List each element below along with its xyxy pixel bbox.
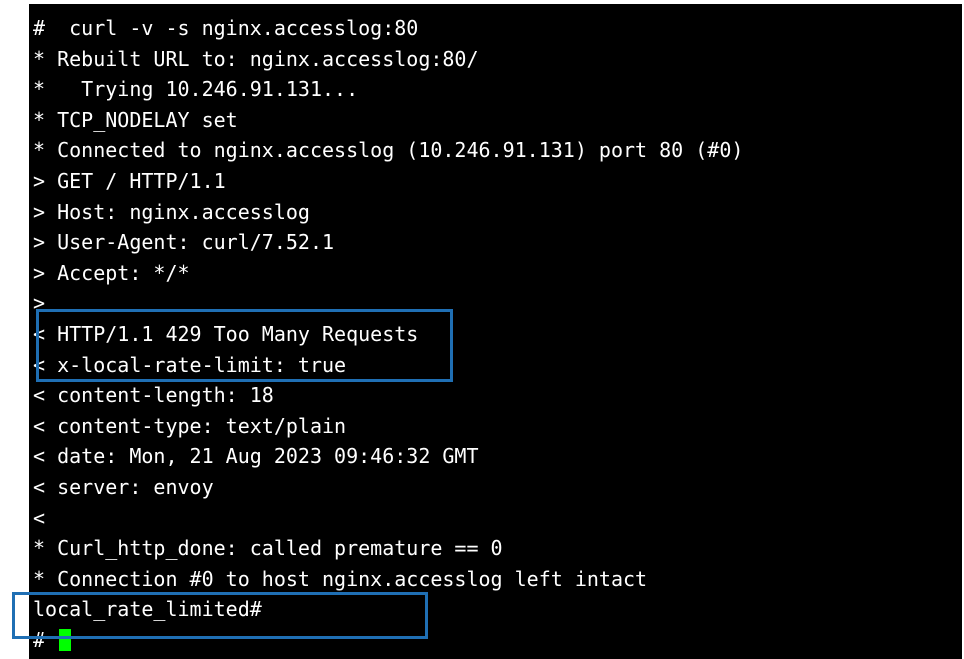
terminal-line: * Connected to nginx.accesslog (10.246.9…	[33, 138, 744, 163]
terminal-line: * Curl_http_done: called premature == 0	[33, 536, 503, 561]
terminal-line: <	[33, 505, 46, 530]
terminal-line: > Host: nginx.accesslog	[33, 199, 310, 224]
terminal-line: < content-type: text/plain	[33, 413, 347, 438]
highlight-box-response-body	[12, 592, 428, 639]
terminal-line: > GET / HTTP/1.1	[33, 168, 226, 193]
terminal-line: < date: Mon, 21 Aug 2023 09:46:32 GMT	[33, 444, 479, 469]
terminal-line: * Connection #0 to host nginx.accesslog …	[33, 566, 648, 591]
terminal-line: < content-length: 18	[33, 383, 274, 408]
terminal-line: < server: envoy	[33, 474, 214, 499]
terminal-line: > User-Agent: curl/7.52.1	[33, 230, 335, 255]
terminal-line: * TCP_NODELAY set	[33, 107, 238, 132]
highlight-box-rate-limit-headers	[36, 309, 453, 382]
terminal-line: * Rebuilt URL to: nginx.accesslog:80/	[33, 46, 479, 71]
terminal-line: > Accept: */*	[33, 260, 190, 285]
terminal-line: # curl -v -s nginx.accesslog:80	[33, 16, 419, 40]
terminal-line: * Trying 10.246.91.131...	[33, 77, 359, 102]
